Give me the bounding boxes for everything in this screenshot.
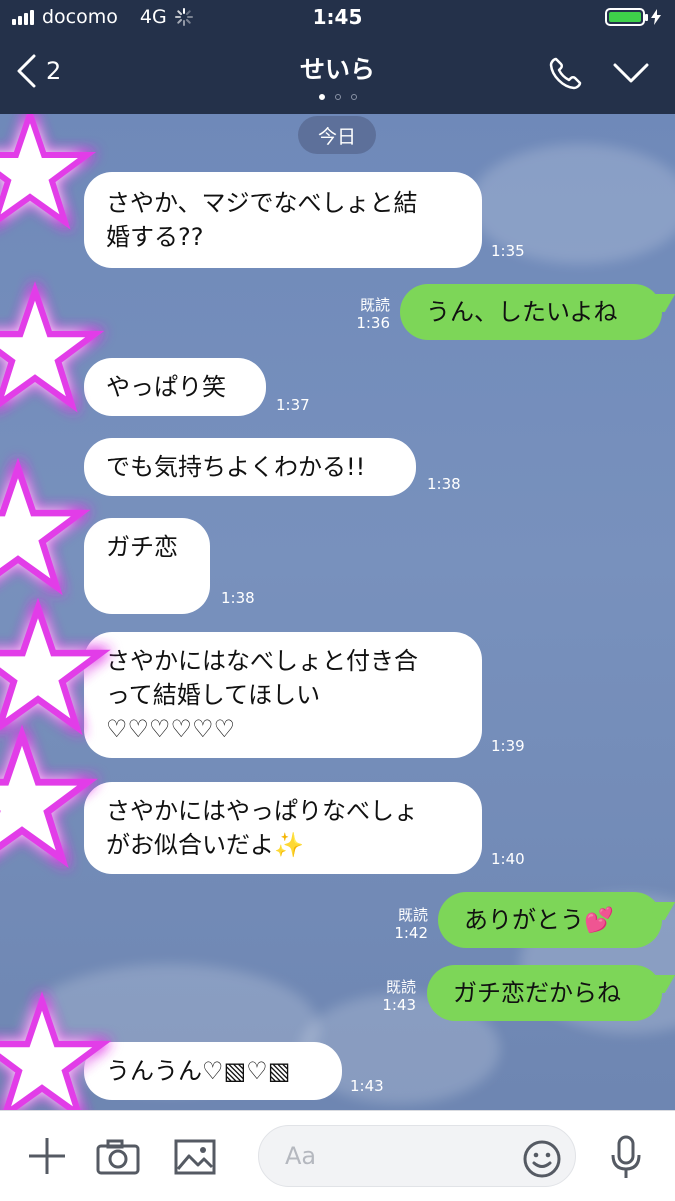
message-text: うん、したいよね xyxy=(426,298,618,326)
page-dot xyxy=(350,94,357,100)
message-text: さやかにはやっぱりなべしょ がお似合いだよ✨ xyxy=(106,797,418,859)
message-text: でも気持ちよくわかる!! xyxy=(106,453,366,481)
message-time: 1:39 xyxy=(491,737,525,755)
camera-icon[interactable] xyxy=(96,1139,140,1175)
page-dot xyxy=(334,94,341,100)
chat-area[interactable]: 今日 さやか、マジでなべしょと結 婚する?? 1:35 既読 1:36 うん、し… xyxy=(0,114,675,1110)
phone-icon[interactable] xyxy=(547,56,583,92)
read-receipt: 既読 xyxy=(385,978,416,996)
message-text: うんうん♡▧♡▧ xyxy=(106,1057,291,1085)
status-bar: docomo 4G 1:45 xyxy=(0,0,675,36)
received-message[interactable]: やっぱり笑 xyxy=(84,358,266,416)
message-text: ありがとう💕 xyxy=(464,906,614,934)
received-message[interactable]: ガチ恋 xyxy=(84,518,210,614)
star-icon xyxy=(0,468,81,587)
message-time: 1:43 xyxy=(350,1077,384,1095)
charging-bolt-icon xyxy=(651,9,661,25)
message-time: 1:36 xyxy=(356,314,390,332)
chevron-down-icon[interactable] xyxy=(613,62,649,84)
read-receipt: 既読 xyxy=(359,296,390,314)
message-time: 1:35 xyxy=(491,242,525,260)
sent-message[interactable]: ありがとう💕 xyxy=(438,892,662,948)
status-time: 1:45 xyxy=(312,5,363,29)
received-message[interactable]: さやかにはやっぱりなべしょ がお似合いだよ✨ xyxy=(84,782,482,874)
page-dot xyxy=(318,94,325,100)
message-meta: 既読 1:36 xyxy=(350,296,390,332)
star-icon xyxy=(0,735,88,859)
message-text: さやか、マジでなべしょと結 婚する?? xyxy=(106,189,418,251)
page-indicator xyxy=(0,94,675,100)
message-text: やっぱり笑 xyxy=(106,373,226,401)
message-time: 1:38 xyxy=(221,589,255,607)
read-receipt: 既読 xyxy=(397,906,428,924)
star-icon xyxy=(0,114,87,222)
received-message[interactable]: さやかにはなべしょと付き合 って結婚してほしい ♡♡♡♡♡♡ xyxy=(84,632,482,758)
message-meta: 既読 1:42 xyxy=(388,906,428,942)
smiley-icon[interactable] xyxy=(522,1139,562,1179)
message-text: ガチ恋 xyxy=(106,533,178,561)
message-text: ガチ恋だからね xyxy=(453,979,621,1007)
received-message[interactable]: でも気持ちよくわかる!! xyxy=(84,438,416,496)
input-bar xyxy=(0,1110,675,1201)
received-message[interactable]: さやか、マジでなべしょと結 婚する?? xyxy=(84,172,482,268)
microphone-icon[interactable] xyxy=(608,1135,644,1181)
date-separator: 今日 xyxy=(298,116,376,154)
star-icon xyxy=(0,291,95,404)
sent-message[interactable]: ガチ恋だからね xyxy=(427,965,662,1021)
message-time: 1:38 xyxy=(427,475,461,493)
received-message[interactable]: うんうん♡▧♡▧ xyxy=(84,1042,342,1100)
message-text: さやかにはなべしょと付き合 って結婚してほしい ♡♡♡♡♡♡ xyxy=(106,647,418,743)
chat-header: 2 せいら xyxy=(0,36,675,114)
battery-icon xyxy=(605,8,648,26)
plus-icon[interactable] xyxy=(26,1135,68,1177)
message-meta: 既読 1:43 xyxy=(376,978,416,1014)
message-time: 1:42 xyxy=(394,924,428,942)
message-time: 1:40 xyxy=(491,850,525,868)
message-time: 1:43 xyxy=(382,996,416,1014)
image-icon[interactable] xyxy=(174,1139,216,1175)
sent-message[interactable]: うん、したいよね xyxy=(400,284,662,340)
message-time: 1:37 xyxy=(276,396,310,414)
